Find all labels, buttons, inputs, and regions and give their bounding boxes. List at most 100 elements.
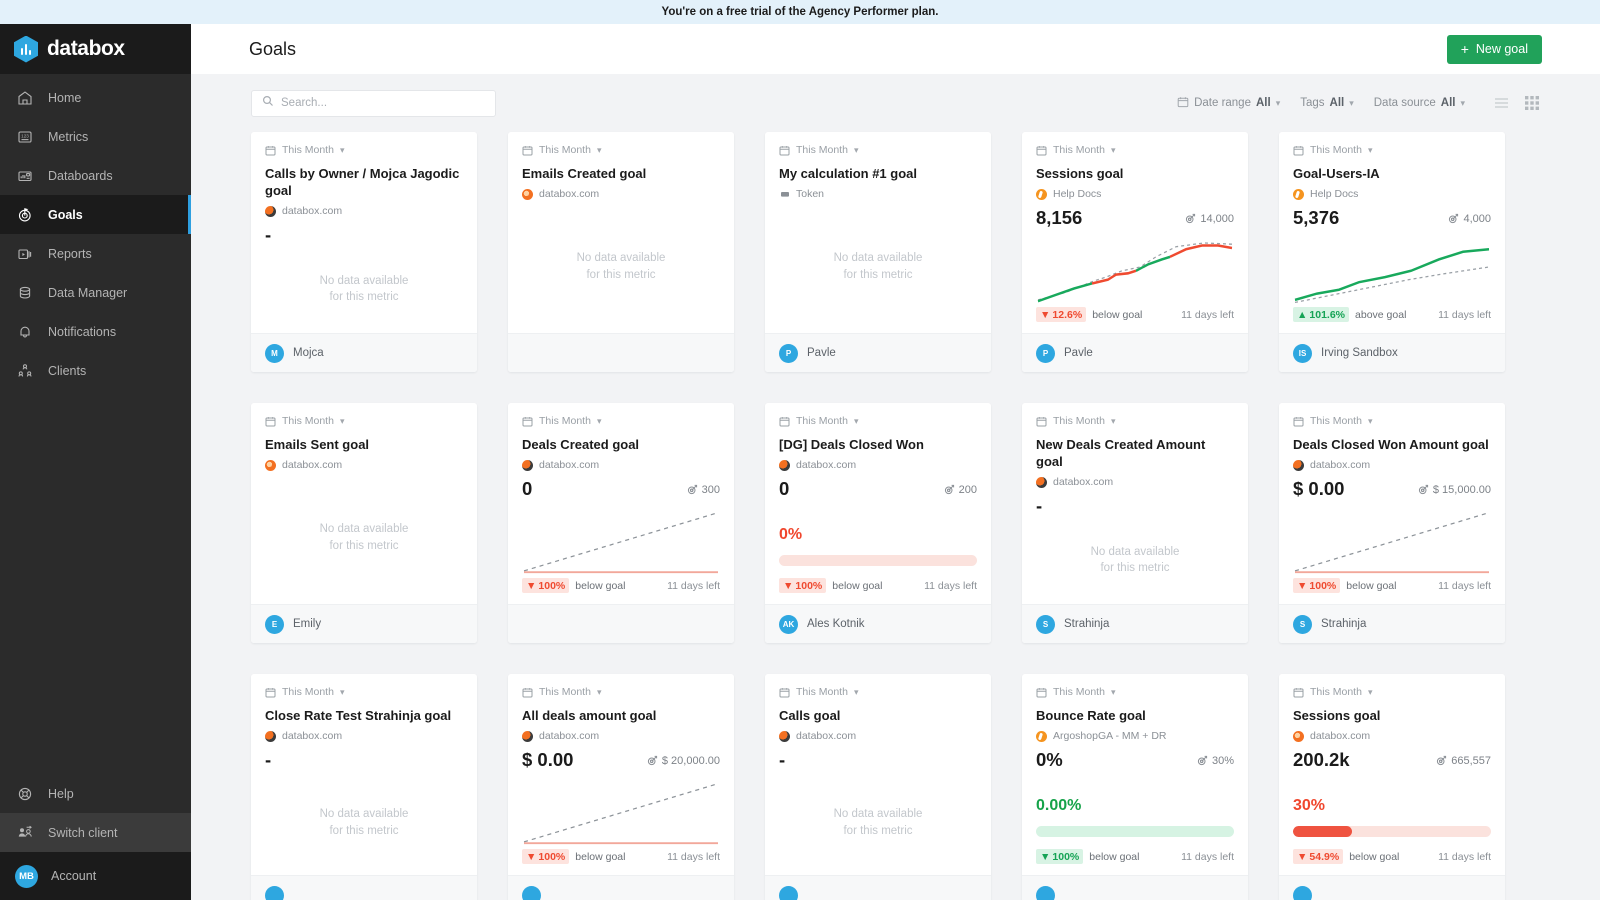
period-label: This Month <box>282 144 334 156</box>
goal-title: Calls goal <box>779 708 841 723</box>
sparkline-chart <box>1037 241 1233 302</box>
no-data-line-1: No data available <box>833 808 923 821</box>
goal-status-row: ▼ 12.6% below goal 11 days left <box>1036 307 1234 333</box>
sidebar-item-label: Home <box>48 90 82 105</box>
helpdocs-source-icon <box>1293 188 1304 200</box>
days-left: 11 days left <box>667 579 720 592</box>
status-badge: ▼ 100% <box>522 578 570 593</box>
goal-card[interactable]: This Month ▾ New Deals Created Amount goal… <box>1022 403 1248 643</box>
filter-date-range[interactable]: Date range All ▾ <box>1177 96 1280 111</box>
sidebar-item-databoards[interactable]: Databoards <box>0 156 191 195</box>
period-selector[interactable]: This Month ▾ <box>265 686 463 698</box>
owner-name: Irving Sandbox <box>1321 347 1398 359</box>
new-goal-button[interactable]: + New goal <box>1446 34 1542 64</box>
no-data-line-1: No data available <box>319 274 409 287</box>
period-selector[interactable]: This Month ▾ <box>265 144 463 156</box>
goal-title: Emails Sent goal <box>265 437 370 452</box>
chevron-down-icon: ▾ <box>596 686 602 697</box>
databox-source-icon <box>265 459 276 471</box>
sidebar-item-label: Data Manager <box>48 285 128 300</box>
avatar: S <box>1036 614 1055 634</box>
goal-card[interactable]: This Month ▾ Bounce Rate goal ArgoshopGA - … <box>1022 674 1248 900</box>
goal-card[interactable]: This Month ▾ [DG] Deals Closed Won databox.… <box>765 403 991 643</box>
no-data-line-2: for this metric <box>586 268 656 281</box>
app-logo[interactable]: databox <box>0 24 191 74</box>
goal-source-name: databox.com <box>1310 730 1371 743</box>
goal-card[interactable]: This Month ▾ Sessions goal databox.com 200.2… <box>1279 674 1505 900</box>
period-selector[interactable]: This Month ▾ <box>779 415 977 427</box>
avatar <box>1036 885 1055 900</box>
period-selector[interactable]: This Month ▾ <box>1293 686 1491 698</box>
avatar: IS <box>1293 343 1312 363</box>
list-view-icon[interactable] <box>1493 95 1510 112</box>
target-icon <box>647 756 657 766</box>
filter-label: Data source <box>1373 97 1436 109</box>
goal-target-value: 30% <box>1211 754 1234 767</box>
sidebar-item-notifications[interactable]: Notifications <box>0 312 191 351</box>
filter-data-source[interactable]: Data source All ▾ <box>1374 97 1465 109</box>
period-label: This Month <box>539 144 591 156</box>
current-value: 0 <box>522 478 533 500</box>
goal-title: Close Rate Test Strahinja goal <box>265 708 452 723</box>
sidebar-item-home[interactable]: Home <box>0 78 191 117</box>
goal-card[interactable]: This Month ▾ Sessions goal Help Docs 8,156 14… <box>1022 132 1248 372</box>
goal-source-name: ArgoshopGA - MM + DR <box>1053 730 1167 743</box>
search-box[interactable] <box>251 89 496 117</box>
card-owner <box>508 875 734 900</box>
current-value: 5,376 <box>1293 207 1340 229</box>
period-selector[interactable]: This Month ▾ <box>779 686 977 698</box>
period-selector[interactable]: This Month ▾ <box>779 144 977 156</box>
period-selector[interactable]: This Month ▾ <box>1036 686 1234 698</box>
current-value: 0% <box>1036 749 1063 771</box>
goal-title: Deals Created goal <box>522 437 640 452</box>
period-selector[interactable]: This Month ▾ <box>522 415 720 427</box>
sidebar-item-metrics[interactable]: 123 Metrics <box>0 117 191 156</box>
goal-card[interactable]: This Month ▾ All deals amount goal databox.… <box>508 674 734 900</box>
sidebar-item-label: Notifications <box>48 324 117 339</box>
goal-title: Emails Created goal <box>522 166 647 181</box>
no-data-message: No data available for this metric <box>779 771 977 876</box>
goal-title: Sessions goal <box>1293 708 1381 723</box>
sidebar-item-switch-client[interactable]: Switch client <box>0 813 191 852</box>
period-selector[interactable]: This Month ▾ <box>522 144 720 156</box>
sidebar-item-account[interactable]: MB Account <box>0 852 191 900</box>
sidebar-item-clients[interactable]: Clients <box>0 351 191 390</box>
card-owner <box>765 875 991 900</box>
goal-card[interactable]: This Month ▾ Deals Created goal databox.com… <box>508 403 734 643</box>
sidebar-item-help[interactable]: Help <box>0 774 191 813</box>
goal-card[interactable]: This Month ▾ Goal-Users-IA Help Docs 5,376 4,… <box>1279 132 1505 372</box>
goal-card[interactable]: This Month ▾ Close Rate Test Strahinja goa… <box>251 674 477 900</box>
calendar-icon <box>779 416 790 426</box>
card-owner: AK Ales Kotnik <box>765 604 991 643</box>
trend-arrow-icon: ▼ <box>1297 579 1308 592</box>
card-owner <box>1022 875 1248 900</box>
search-input[interactable] <box>281 97 485 109</box>
goal-card[interactable]: This Month ▾ Emails Sent goal databox.com No… <box>251 403 477 643</box>
sidebar-item-goals[interactable]: Goals <box>0 195 191 234</box>
period-label: This Month <box>796 686 848 698</box>
goal-card[interactable]: This Month ▾ Emails Created goal databox.co… <box>508 132 734 372</box>
grid-view-icon[interactable] <box>1523 95 1540 112</box>
sparkline <box>1036 229 1234 308</box>
period-selector[interactable]: This Month ▾ <box>1293 415 1491 427</box>
chevron-down-icon: ▾ <box>1367 415 1373 426</box>
goal-card[interactable]: This Month ▾ Deals Closed Won Amount goal d… <box>1279 403 1505 643</box>
filter-tags[interactable]: Tags All ▾ <box>1300 97 1354 109</box>
goal-card[interactable]: This Month ▾ Calls goal databox.com - No data… <box>765 674 991 900</box>
databox-source-icon <box>522 188 533 200</box>
goal-card[interactable]: This Month ▾ My calculation #1 goal Token No… <box>765 132 991 372</box>
no-data-message: No data available for this metric <box>1036 517 1234 604</box>
sidebar-item-data-manager[interactable]: Data Manager <box>0 273 191 312</box>
period-selector[interactable]: This Month ▾ <box>1036 144 1234 156</box>
period-selector[interactable]: This Month ▾ <box>265 415 463 427</box>
period-selector[interactable]: This Month ▾ <box>1293 144 1491 156</box>
sidebar-item-reports[interactable]: Reports <box>0 234 191 273</box>
new-goal-label: New goal <box>1475 42 1528 56</box>
goal-source: databox.com <box>522 730 720 742</box>
databoards-icon <box>15 166 35 186</box>
status-text: below goal <box>1092 308 1143 321</box>
period-selector[interactable]: This Month ▾ <box>522 686 720 698</box>
no-data-message: No data available for this metric <box>265 771 463 876</box>
period-selector[interactable]: This Month ▾ <box>1036 415 1234 427</box>
goal-card[interactable]: This Month ▾ Calls by Owner / Mojca Jagodi… <box>251 132 477 372</box>
